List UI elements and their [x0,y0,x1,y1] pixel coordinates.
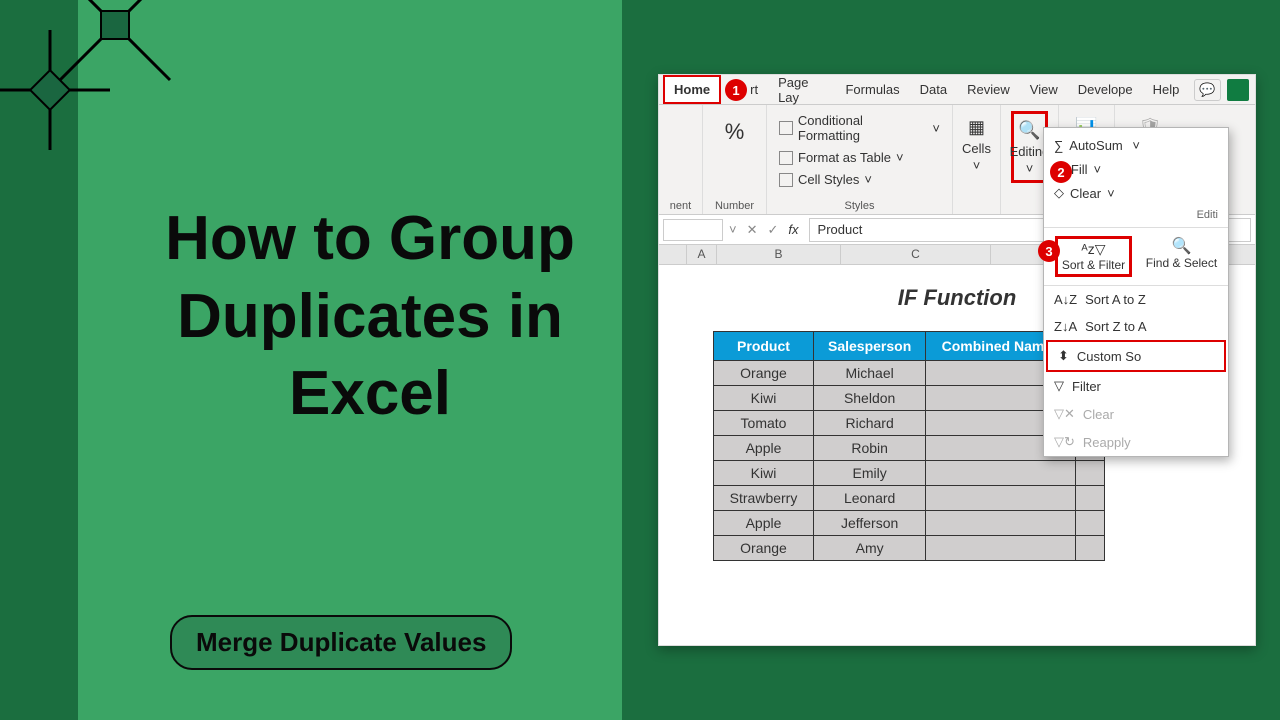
marker-2: 2 [1050,161,1072,183]
share-button[interactable] [1227,79,1249,101]
sort-za-item[interactable]: Z↓ASort Z to A [1044,313,1228,340]
search-icon: 🔍 [1016,118,1044,142]
fill-button[interactable]: ⬇ Fill ˅ [1054,157,1218,181]
cond-fmt-icon [779,121,793,135]
reapply-icon: ▽↻ [1054,434,1075,450]
clear-filter-item: ▽✕Clear [1044,400,1228,428]
tab-review[interactable]: Review [958,77,1019,102]
table-header[interactable]: Salesperson [814,332,926,361]
sort-filter-icon: ᴬᴢ▽ [1081,241,1105,258]
fx-label[interactable]: fx [784,222,802,237]
tab-home[interactable]: Home [663,75,721,104]
tab-data[interactable]: Data [911,77,956,102]
find-select-button[interactable]: 🔍 Find & Select [1146,236,1217,277]
autosum-button[interactable]: ∑ AutoSum ˅ [1054,134,1218,157]
page-title: How to Group Duplicates in Excel [130,200,610,433]
sort-filter-button[interactable]: ᴬᴢ▽ Sort & Filter [1055,236,1132,277]
conditional-formatting-button[interactable]: Conditional Formatting ˅ [777,111,942,145]
table-row[interactable]: KiwiEmily [714,461,1105,486]
cell-styles-icon [779,173,793,187]
format-as-table-button[interactable]: Format as Table ˅ [777,148,942,167]
col-a[interactable]: A [687,245,717,264]
sigma-icon: ∑ [1054,138,1063,153]
table-row[interactable]: OrangeAmy [714,536,1105,561]
percent-icon[interactable]: % [713,111,756,153]
group-number: % Number [703,105,767,214]
sort-az-icon: A↓Z [1054,292,1077,307]
clear-button[interactable]: ◇ Clear ˅ [1054,181,1218,205]
col-b[interactable]: B [717,245,841,264]
comments-button[interactable]: 💬 [1194,79,1220,101]
table-icon [779,151,793,165]
tab-formulas[interactable]: Formulas [836,77,908,102]
tab-developer[interactable]: Develope [1069,77,1142,102]
reapply-item: ▽↻Reapply [1044,428,1228,456]
table-row[interactable]: AppleJefferson [714,511,1105,536]
name-box[interactable] [663,219,723,241]
group-styles: Conditional Formatting ˅ Format as Table… [767,105,953,214]
table-header[interactable]: Product [714,332,814,361]
marker-1: 1 [725,79,747,101]
marker-3: 3 [1038,240,1060,262]
cell-styles-button[interactable]: Cell Styles ˅ [777,170,942,189]
tab-view[interactable]: View [1021,77,1067,102]
sort-az-item[interactable]: A↓ZSort A to Z [1044,286,1228,313]
table-row[interactable]: StrawberryLeonard [714,486,1105,511]
group-alignment: nent [659,105,703,214]
star-decoration [0,0,220,220]
filter-icon: ▽ [1054,378,1064,394]
col-c[interactable]: C [841,245,991,264]
cells-icon: ▦ [963,115,991,139]
eraser-icon: ◇ [1054,185,1064,201]
clear-filter-icon: ▽✕ [1054,406,1075,422]
custom-sort-item[interactable]: ⬍Custom So [1046,340,1226,372]
excel-window: Home 1 rt Page Lay Formulas Data Review … [658,74,1256,646]
filter-item[interactable]: ▽Filter [1044,372,1228,400]
sort-za-icon: Z↓A [1054,319,1077,334]
cells-button[interactable]: ▦ Cells ˅ [963,111,990,177]
find-icon: 🔍 [1172,236,1192,256]
custom-sort-icon: ⬍ [1058,348,1069,364]
group-cells: ▦ Cells ˅ [953,105,1001,214]
tab-help[interactable]: Help [1144,77,1189,102]
ribbon-tabs: Home 1 rt Page Lay Formulas Data Review … [659,75,1255,105]
subtitle-pill: Merge Duplicate Values [170,615,512,670]
